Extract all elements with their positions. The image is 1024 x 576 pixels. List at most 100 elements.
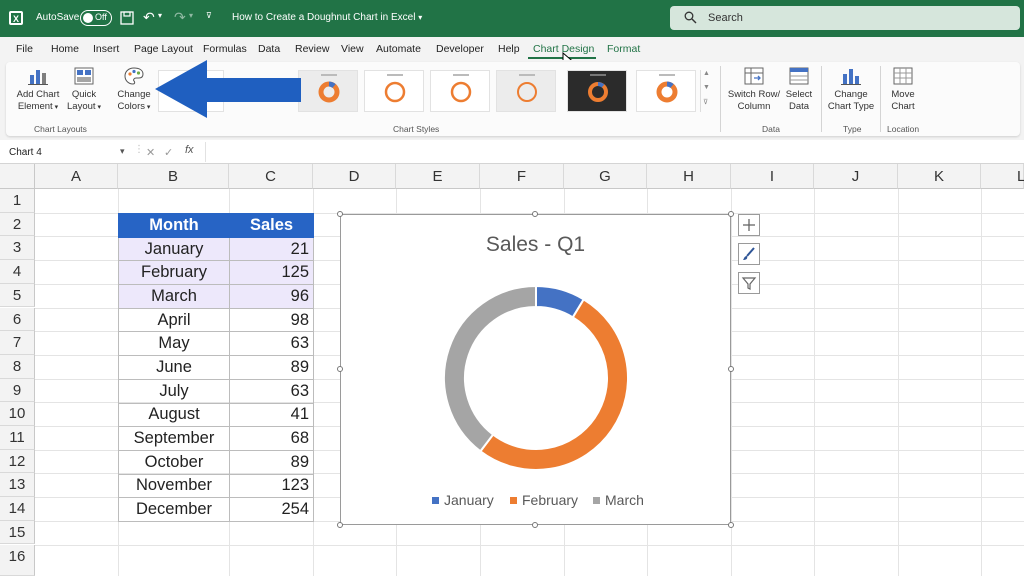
row-header-4[interactable]: 4 <box>0 260 35 284</box>
save-icon[interactable] <box>120 11 134 25</box>
resize-handle[interactable] <box>337 366 343 372</box>
column-header-b[interactable]: B <box>118 164 229 189</box>
resize-handle[interactable] <box>728 522 734 528</box>
resize-handle[interactable] <box>728 366 734 372</box>
row-header-16[interactable]: 16 <box>0 544 35 576</box>
resize-handle[interactable] <box>532 211 538 217</box>
column-header-i[interactable]: I <box>731 164 814 189</box>
document-title[interactable]: How to Create a Doughnut Chart in Excel … <box>232 12 422 23</box>
undo-icon[interactable]: ↶ <box>143 9 155 26</box>
column-header-e[interactable]: E <box>396 164 480 189</box>
header-month[interactable]: Month <box>118 213 230 238</box>
select-data-button[interactable]: Select Data <box>783 66 815 113</box>
tab-formulas[interactable]: Formulas <box>203 43 247 55</box>
sales-cell[interactable]: 63 <box>229 331 314 357</box>
sales-cell[interactable]: 41 <box>229 402 314 428</box>
row-header-3[interactable]: 3 <box>0 236 35 261</box>
tab-automate[interactable]: Automate <box>376 43 421 55</box>
doughnut-slice-march[interactable] <box>443 284 537 453</box>
month-cell[interactable]: April <box>118 307 230 333</box>
resize-handle[interactable] <box>532 522 538 528</box>
chart-elements-button[interactable] <box>738 214 760 236</box>
row-header-13[interactable]: 13 <box>0 473 35 498</box>
tab-developer[interactable]: Developer <box>436 43 484 55</box>
month-cell[interactable]: March <box>118 284 230 309</box>
sales-cell[interactable]: 89 <box>229 449 314 475</box>
select-all-corner[interactable] <box>0 164 35 189</box>
tab-review[interactable]: Review <box>295 43 329 55</box>
row-header-10[interactable]: 10 <box>0 402 35 426</box>
tab-page-layout[interactable]: Page Layout <box>134 43 193 55</box>
doughnut-plot[interactable] <box>431 273 641 483</box>
search-box[interactable]: Search <box>670 6 1020 30</box>
chart-style-5[interactable] <box>496 70 556 112</box>
month-cell[interactable]: May <box>118 331 230 357</box>
legend-item-march[interactable]: March <box>593 492 644 508</box>
chart-style-6[interactable] <box>567 70 627 112</box>
row-header-6[interactable]: 6 <box>0 307 35 332</box>
header-sales[interactable]: Sales <box>229 213 314 238</box>
resize-handle[interactable] <box>337 211 343 217</box>
chart-style-3[interactable] <box>364 70 424 112</box>
tab-home[interactable]: Home <box>51 43 79 55</box>
row-header-7[interactable]: 7 <box>0 331 35 355</box>
tab-insert[interactable]: Insert <box>93 43 119 55</box>
chart-title[interactable]: Sales - Q1 <box>341 233 730 257</box>
sales-cell[interactable]: 254 <box>229 497 314 522</box>
month-cell[interactable]: December <box>118 497 230 522</box>
tab-help[interactable]: Help <box>498 43 520 55</box>
sales-cell[interactable]: 68 <box>229 426 314 451</box>
sales-cell[interactable]: 98 <box>229 307 314 333</box>
move-chart-button[interactable]: Move Chart <box>886 66 920 113</box>
tab-view[interactable]: View <box>341 43 364 55</box>
formula-input[interactable] <box>205 142 1020 162</box>
column-header-c[interactable]: C <box>229 164 313 189</box>
redo-icon[interactable]: ↷ <box>174 9 186 26</box>
column-header-f[interactable]: F <box>480 164 564 189</box>
row-header-15[interactable]: 15 <box>0 520 35 545</box>
chart-filters-button[interactable] <box>738 272 760 294</box>
month-cell[interactable]: June <box>118 355 230 380</box>
redo-dropdown-icon[interactable]: ▾ <box>189 11 193 20</box>
column-header-k[interactable]: K <box>898 164 981 189</box>
month-cell[interactable]: July <box>118 378 230 404</box>
sales-cell[interactable]: 21 <box>229 236 314 262</box>
customize-toolbar-icon[interactable]: ⊽ <box>206 11 212 20</box>
row-header-1[interactable]: 1 <box>0 189 35 213</box>
legend-item-january[interactable]: January <box>432 492 494 508</box>
row-header-14[interactable]: 14 <box>0 497 35 521</box>
switch-row-column-button[interactable]: Switch Row/ Column <box>727 66 781 113</box>
chart-style-4[interactable] <box>430 70 490 112</box>
column-header-j[interactable]: J <box>814 164 898 189</box>
doughnut-slice-february[interactable] <box>478 297 630 471</box>
autosave-toggle[interactable]: Off <box>80 10 112 26</box>
legend-item-february[interactable]: February <box>510 492 578 508</box>
column-header-l[interactable]: L <box>981 164 1024 189</box>
month-cell[interactable]: January <box>118 236 230 262</box>
column-header-a[interactable]: A <box>35 164 118 189</box>
chart-styles-button[interactable] <box>738 243 760 265</box>
tab-file[interactable]: File <box>16 43 33 55</box>
column-header-h[interactable]: H <box>647 164 731 189</box>
chart-styles-scroll[interactable]: ▲ ▼ ⊽ <box>700 70 712 112</box>
column-header-d[interactable]: D <box>313 164 396 189</box>
resize-handle[interactable] <box>337 522 343 528</box>
chart-style-7[interactable] <box>636 70 696 112</box>
sales-cell[interactable]: 89 <box>229 355 314 380</box>
resize-handle[interactable] <box>728 211 734 217</box>
row-header-12[interactable]: 12 <box>0 449 35 474</box>
scroll-down-icon[interactable]: ▼ <box>703 84 710 91</box>
quick-layout-button[interactable]: Quick Layout ▾ <box>62 66 106 114</box>
column-header-g[interactable]: G <box>564 164 647 189</box>
sales-cell[interactable]: 63 <box>229 378 314 404</box>
tab-data[interactable]: Data <box>258 43 280 55</box>
insert-function-icon[interactable]: fx <box>185 144 194 156</box>
sales-cell[interactable]: 125 <box>229 260 314 286</box>
enter-icon[interactable]: ✓ <box>164 146 173 159</box>
chart-style-2[interactable] <box>298 70 358 112</box>
add-chart-element-button[interactable]: Add Chart Element ▾ <box>14 66 62 114</box>
month-cell[interactable]: November <box>118 473 230 499</box>
row-header-11[interactable]: 11 <box>0 426 35 450</box>
row-header-2[interactable]: 2 <box>0 212 35 237</box>
chevron-down-icon[interactable]: ▾ <box>120 146 125 157</box>
